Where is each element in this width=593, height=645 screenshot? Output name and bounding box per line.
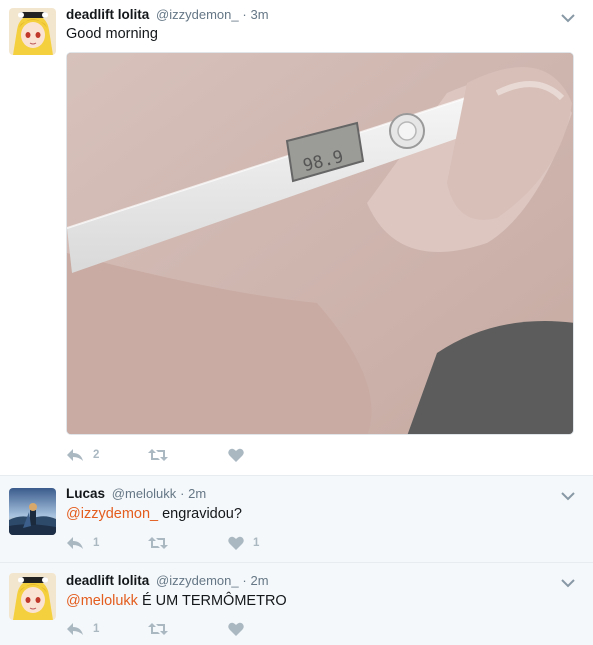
tweet-actions: 2: [66, 445, 288, 465]
reply-icon: [66, 536, 84, 550]
username[interactable]: @izzydemon_: [156, 7, 239, 22]
separator: ·: [242, 7, 247, 22]
retweet-icon: [148, 448, 168, 462]
avatar[interactable]: [9, 488, 56, 535]
tweet-header: deadlift lolita @izzydemon_ · 3m: [66, 7, 269, 23]
username[interactable]: @melolukk: [112, 486, 177, 501]
mention-link[interactable]: @melolukk: [66, 593, 138, 609]
caret-down-icon[interactable]: [561, 575, 575, 588]
retweet-button[interactable]: [148, 619, 228, 639]
reply-button[interactable]: 2: [66, 445, 148, 465]
tweet-text-body: engravidou?: [158, 506, 242, 522]
timestamp[interactable]: 3m: [250, 7, 268, 22]
tweet-header: deadlift lolita @izzydemon_ · 2m: [66, 573, 269, 589]
separator: ·: [242, 573, 247, 588]
tweet-reply[interactable]: Lucas @melolukk · 2m @izzydemon_ engravi…: [0, 476, 593, 563]
retweet-icon: [148, 622, 168, 636]
caret-down-icon[interactable]: [561, 10, 575, 23]
tweet-original[interactable]: deadlift lolita @izzydemon_ · 3m Good mo…: [0, 0, 593, 476]
retweet-button[interactable]: [148, 445, 228, 465]
tweet-text: @melolukk É UM TERMÔMETRO: [66, 592, 287, 610]
avatar[interactable]: [9, 8, 56, 55]
timestamp[interactable]: 2m: [188, 486, 206, 501]
retweet-icon: [148, 536, 168, 550]
username[interactable]: @izzydemon_: [156, 573, 239, 588]
reply-icon: [66, 622, 84, 636]
reply-button[interactable]: 1: [66, 533, 148, 553]
caret-down-icon[interactable]: [561, 488, 575, 501]
like-button[interactable]: [228, 445, 288, 465]
tweet-text: Good morning: [66, 26, 158, 42]
tweet-photo[interactable]: 98.9: [66, 52, 574, 435]
avatar[interactable]: [9, 573, 56, 620]
reply-count: 1: [93, 537, 100, 549]
tweet-text: @izzydemon_ engravidou?: [66, 505, 242, 523]
reply-count: 1: [93, 623, 100, 635]
timestamp[interactable]: 2m: [250, 573, 268, 588]
like-button[interactable]: [228, 619, 288, 639]
tweet-text-body: É UM TERMÔMETRO: [137, 593, 287, 609]
like-button[interactable]: 1: [228, 533, 288, 553]
reply-icon: [66, 448, 84, 462]
mention-link[interactable]: @izzydemon_: [66, 506, 158, 522]
tweet-header: Lucas @melolukk · 2m: [66, 486, 206, 502]
tweet-reply[interactable]: deadlift lolita @izzydemon_ · 2m @melolu…: [0, 563, 593, 645]
separator: ·: [180, 486, 185, 501]
fullname[interactable]: deadlift lolita: [66, 7, 149, 22]
heart-icon: [228, 536, 244, 550]
heart-icon: [228, 622, 244, 636]
tweet-actions: 1 1: [66, 533, 288, 553]
retweet-button[interactable]: [148, 533, 228, 553]
reply-button[interactable]: 1: [66, 619, 148, 639]
fullname[interactable]: deadlift lolita: [66, 573, 149, 588]
reply-count: 2: [93, 449, 100, 461]
tweet-actions: 1: [66, 619, 288, 639]
like-count: 1: [253, 537, 260, 549]
heart-icon: [228, 448, 244, 462]
fullname[interactable]: Lucas: [66, 486, 105, 501]
